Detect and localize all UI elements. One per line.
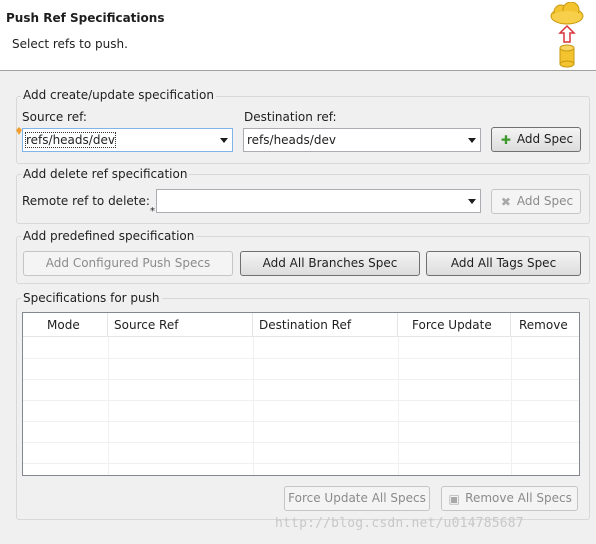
add-all-tags-spec-button[interactable]: Add All Tags Spec [426,251,581,276]
required-asterisk: * [150,206,155,217]
row-divider [23,400,579,401]
specs-for-push-group-label: Specifications for push [21,291,162,305]
column-header-mode[interactable]: Mode [23,313,108,337]
page-title: Push Ref Specifications [6,11,165,25]
destination-ref-combo[interactable]: refs/heads/dev [243,128,481,152]
source-ref-value: refs/heads/dev [25,132,116,148]
row-divider [23,379,579,380]
column-header-force-update[interactable]: Force Update [398,313,511,337]
add-all-branches-spec-button[interactable]: Add All Branches Spec [240,251,420,276]
source-ref-label: Source ref: [22,110,87,124]
destination-ref-value: refs/heads/dev [247,133,336,147]
page-subtitle: Select refs to push. [12,37,128,51]
chevron-down-icon[interactable] [220,138,228,143]
remote-ref-combo[interactable] [156,189,481,213]
source-ref-combo[interactable]: refs/heads/dev [22,128,233,152]
add-delete-spec-label: Add Spec [516,194,574,208]
push-specs-table[interactable]: Mode Source Ref Destination Ref Force Up… [22,312,580,476]
add-delete-spec-button[interactable]: ✖ Add Spec [491,189,581,214]
destination-ref-label: Destination ref: [244,110,337,124]
force-update-all-specs-button[interactable]: Force Update All Specs [284,486,430,511]
table-header: Mode Source Ref Destination Ref Force Up… [23,313,579,337]
remove-all-specs-button[interactable]: ▣ Remove All Specs [441,486,578,511]
remove-all-specs-label: Remove All Specs [465,491,572,505]
chevron-down-icon[interactable] [468,199,476,204]
chevron-down-icon[interactable] [468,138,476,143]
column-divider [579,337,580,476]
delete-x-icon: ✖ [500,194,511,209]
create-update-group-label: Add create/update specification [21,88,216,102]
remote-ref-label: Remote ref to delete: [22,194,150,208]
column-header-source-ref[interactable]: Source Ref [108,313,253,337]
remove-all-icon: ▣ [448,491,460,506]
column-header-destination-ref[interactable]: Destination Ref [253,313,398,337]
predefined-spec-group-label: Add predefined specification [21,229,197,243]
plus-icon: ✚ [500,132,511,147]
row-divider [23,442,579,443]
add-spec-button[interactable]: ✚ Add Spec [491,127,581,152]
delete-ref-group-label: Add delete ref specification [21,167,190,181]
row-divider [23,463,579,464]
column-header-remove[interactable]: Remove [511,313,579,337]
push-to-cloud-icon [550,2,584,68]
add-configured-push-specs-button[interactable]: Add Configured Push Specs [23,251,233,276]
row-divider [23,358,579,359]
add-spec-label: Add Spec [516,132,574,146]
row-divider [23,421,579,422]
watermark: http://blog.csdn.net/u014785687 [275,516,524,531]
wizard-header: Push Ref Specifications Select refs to p… [0,0,596,71]
